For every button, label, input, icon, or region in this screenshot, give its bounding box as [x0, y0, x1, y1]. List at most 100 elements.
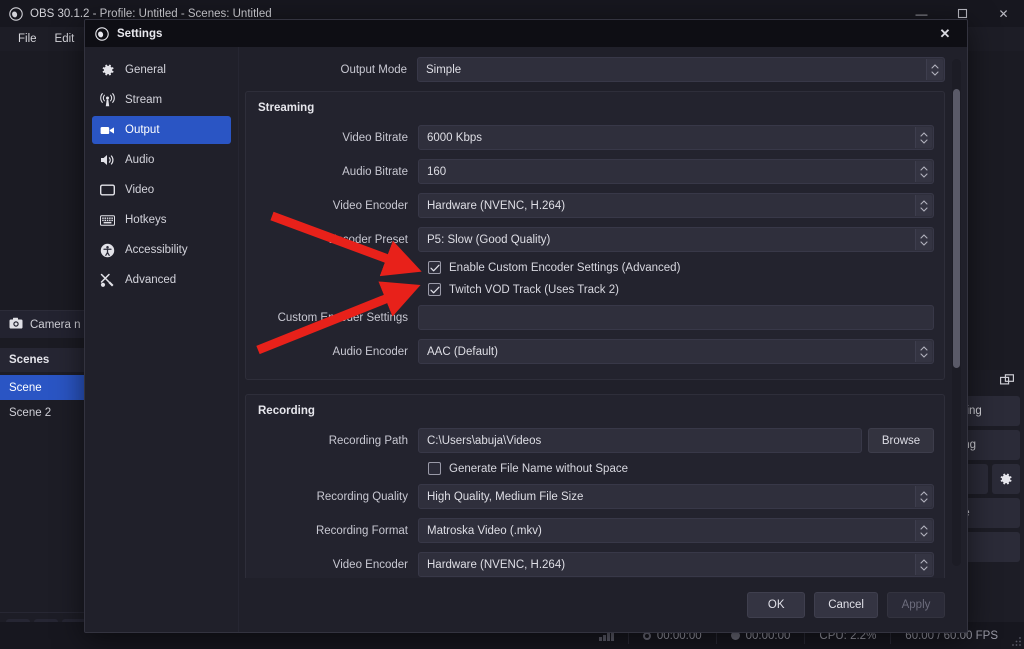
monitor-icon — [100, 183, 115, 198]
audio-bitrate-value: 160 — [427, 165, 447, 178]
sidebar-item-label: Stream — [125, 94, 163, 106]
recording-format-value: Matroska Video (.mkv) — [427, 524, 542, 537]
output-mode-select[interactable]: Simple — [417, 57, 945, 82]
broadcast-icon — [100, 93, 115, 108]
video-encoder-value: Hardware (NVENC, H.264) — [427, 199, 566, 212]
sidebar-item-label: Output — [125, 124, 160, 136]
obs-logo-icon — [95, 26, 109, 41]
output-mode-value: Simple — [426, 63, 462, 76]
row-recording-quality: Recording Quality High Quality, Medium F… — [246, 484, 934, 509]
sidebar-item-video[interactable]: Video — [92, 176, 231, 204]
scrollbar-thumb[interactable] — [953, 89, 960, 369]
row-output-mode: Output Mode Simple — [245, 57, 945, 82]
scenes-list: Scene Scene 2 — [0, 372, 92, 612]
recording-group-title: Recording — [258, 405, 315, 417]
menu-file[interactable]: File — [9, 30, 46, 48]
label-audio-encoder: Audio Encoder — [332, 345, 408, 358]
row-encoder-preset: Encoder Preset P5: Slow (Good Quality) — [246, 227, 934, 252]
row-recording-path: Recording Path C:\Users\abuja\Videos Bro… — [246, 428, 934, 453]
recording-path-input[interactable]: C:\Users\abuja\Videos — [418, 428, 862, 453]
custom-encoder-settings-input[interactable] — [418, 305, 934, 330]
scene-item-scene[interactable]: Scene — [0, 375, 92, 400]
chevron-updown-icon[interactable] — [915, 195, 932, 216]
chevron-updown-icon[interactable] — [915, 520, 932, 541]
enable-custom-encoder-checkbox[interactable] — [428, 261, 441, 274]
sidebar-item-output[interactable]: Output — [92, 116, 231, 144]
audio-encoder-select[interactable]: AAC (Default) — [418, 339, 934, 364]
enable-custom-encoder-label: Enable Custom Encoder Settings (Advanced… — [449, 261, 681, 274]
label-custom-encoder-settings: Custom Encoder Settings — [277, 311, 408, 324]
sidebar-item-audio[interactable]: Audio — [92, 146, 231, 174]
settings-scroll-area: Output Mode Simple Streaming Video Bitra… — [239, 47, 967, 578]
settings-content: Output Mode Simple Streaming Video Bitra… — [239, 47, 967, 632]
studio-mode-icon[interactable] — [1000, 374, 1014, 392]
source-item-label: Camera n — [30, 318, 81, 331]
encoder-preset-select[interactable]: P5: Slow (Good Quality) — [418, 227, 934, 252]
sidebar-item-label: Hotkeys — [125, 214, 167, 226]
twitch-vod-track-checkbox[interactable] — [428, 283, 441, 296]
scenes-panel-title: Scenes — [0, 348, 92, 372]
sidebar-item-stream[interactable]: Stream — [92, 86, 231, 114]
cancel-button[interactable]: Cancel — [814, 592, 878, 618]
apply-button[interactable]: Apply — [887, 592, 945, 618]
label-output-mode: Output Mode — [340, 63, 407, 76]
sidebar-item-hotkeys[interactable]: Hotkeys — [92, 206, 231, 234]
settings-dialog-titlebar: Settings ✕ — [85, 20, 967, 47]
recording-path-value: C:\Users\abuja\Videos — [427, 434, 542, 447]
generate-file-name-without-space-label: Generate File Name without Space — [449, 462, 628, 475]
settings-sidebar: General Stream Output Audio Video Hotkey… — [85, 47, 239, 632]
sidebar-item-general[interactable]: General — [92, 56, 231, 84]
chevron-updown-icon[interactable] — [915, 127, 932, 148]
video-encoder-select[interactable]: Hardware (NVENC, H.264) — [418, 193, 934, 218]
encoder-preset-value: P5: Slow (Good Quality) — [427, 233, 551, 246]
settings-dialog-body: General Stream Output Audio Video Hotkey… — [85, 47, 967, 632]
chevron-updown-icon[interactable] — [915, 554, 932, 575]
chevron-updown-icon[interactable] — [926, 59, 943, 80]
scene-item-scene-2[interactable]: Scene 2 — [0, 400, 92, 425]
settings-scrollbar[interactable] — [952, 59, 961, 566]
gear-icon — [100, 63, 115, 78]
label-recording-video-encoder: Video Encoder — [332, 558, 408, 571]
audio-bitrate-select[interactable]: 160 — [418, 159, 934, 184]
scene-item-label: Scene — [9, 381, 42, 394]
output-icon — [100, 123, 115, 138]
label-audio-bitrate: Audio Bitrate — [342, 165, 408, 178]
chevron-updown-icon[interactable] — [915, 229, 932, 250]
sidebar-item-label: Audio — [125, 154, 155, 166]
virtual-camera-gear-icon[interactable] — [992, 464, 1020, 494]
menu-edit[interactable]: Edit — [46, 30, 84, 48]
scene-item-label: Scene 2 — [9, 406, 52, 419]
recording-group: Recording Recording Path C:\Users\abuja\… — [245, 394, 945, 578]
sidebar-item-label: Advanced — [125, 274, 177, 286]
chevron-updown-icon[interactable] — [915, 161, 932, 182]
label-recording-path: Recording Path — [328, 434, 408, 447]
settings-dialog-title: Settings — [117, 27, 163, 40]
recording-quality-select[interactable]: High Quality, Medium File Size — [418, 484, 934, 509]
row-recording-video-encoder: Video Encoder Hardware (NVENC, H.264) — [246, 552, 934, 577]
row-video-encoder: Video Encoder Hardware (NVENC, H.264) — [246, 193, 934, 218]
browse-button[interactable]: Browse — [868, 428, 934, 453]
keyboard-icon — [100, 213, 115, 228]
accessibility-icon — [100, 243, 115, 258]
sidebar-item-accessibility[interactable]: Accessibility — [92, 236, 231, 264]
recording-video-encoder-value: Hardware (NVENC, H.264) — [427, 558, 566, 571]
recording-format-select[interactable]: Matroska Video (.mkv) — [418, 518, 934, 543]
chevron-updown-icon[interactable] — [915, 486, 932, 507]
generate-file-name-without-space-checkbox[interactable] — [428, 462, 441, 475]
label-encoder-preset: Encoder Preset — [328, 233, 408, 246]
ok-button[interactable]: OK — [747, 592, 806, 618]
sidebar-item-advanced[interactable]: Advanced — [92, 266, 231, 294]
twitch-vod-track-label: Twitch VOD Track (Uses Track 2) — [449, 283, 619, 296]
streaming-group-title: Streaming — [258, 102, 315, 114]
close-icon[interactable]: ✕ — [983, 0, 1024, 27]
chevron-updown-icon[interactable] — [915, 341, 932, 362]
row-video-bitrate: Video Bitrate 6000 Kbps — [246, 125, 934, 150]
recording-video-encoder-select[interactable]: Hardware (NVENC, H.264) — [418, 552, 934, 577]
obs-logo-icon — [9, 6, 23, 21]
row-twitch-vod-track: Twitch VOD Track (Uses Track 2) — [246, 283, 934, 296]
row-recording-format: Recording Format Matroska Video (.mkv) — [246, 518, 934, 543]
source-item-camera[interactable]: Camera n — [0, 310, 92, 338]
close-icon[interactable]: ✕ — [923, 20, 967, 47]
resize-grip-icon[interactable] — [1011, 636, 1022, 647]
video-bitrate-input[interactable]: 6000 Kbps — [418, 125, 934, 150]
